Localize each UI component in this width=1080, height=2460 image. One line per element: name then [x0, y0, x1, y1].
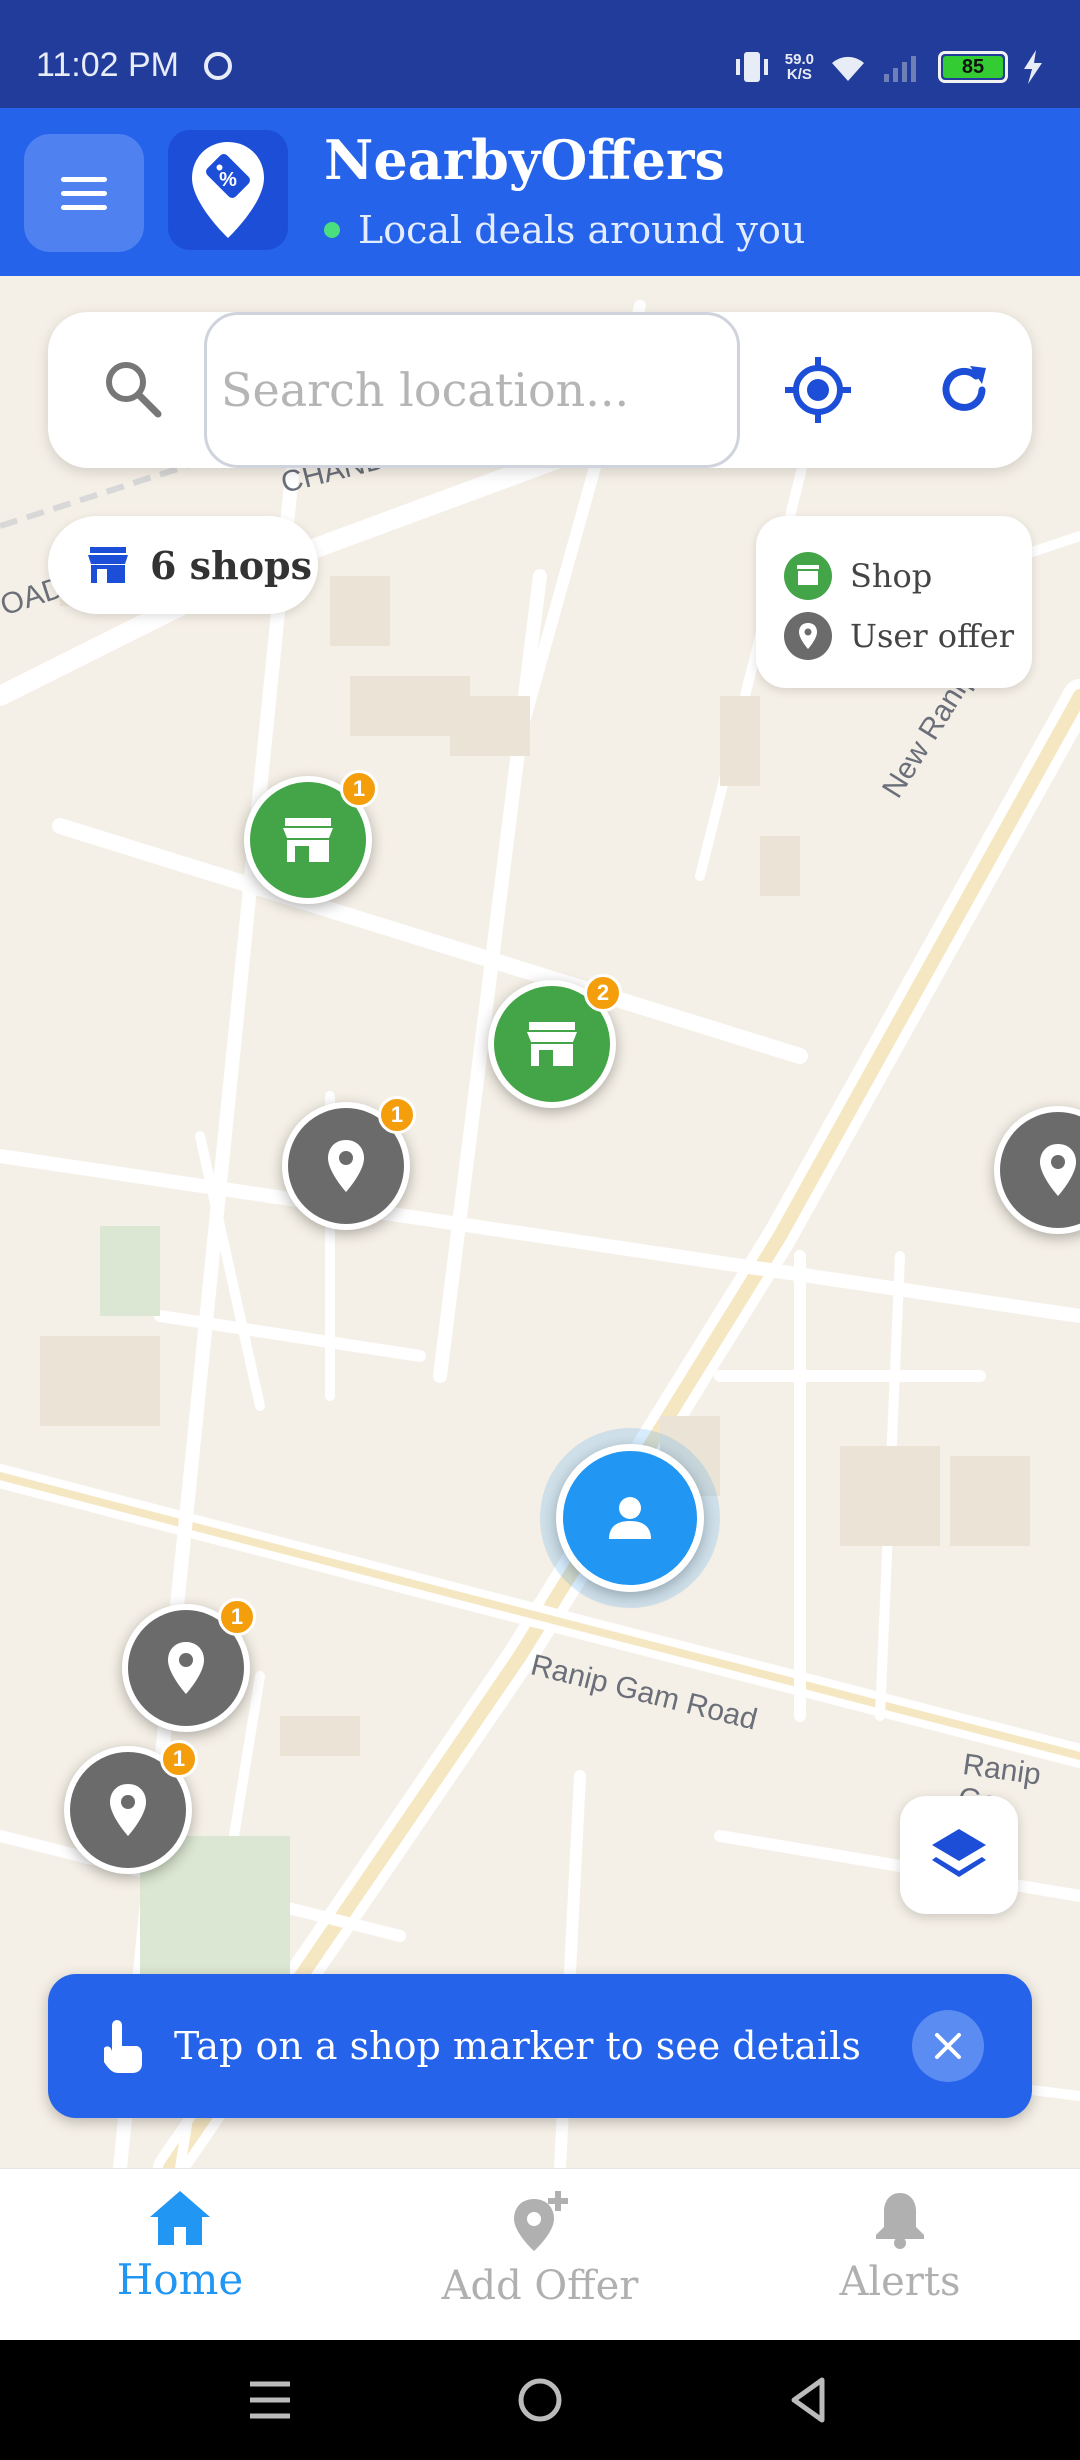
refresh-button[interactable] — [924, 350, 1004, 430]
app-logo: % — [168, 130, 288, 250]
menu-icon-line — [61, 204, 107, 210]
bell-icon — [876, 2193, 924, 2249]
offer-count-badge: 1 — [160, 1740, 198, 1778]
shop-marker[interactable]: 2 — [488, 974, 622, 1108]
search-location-input[interactable] — [204, 312, 740, 468]
app-title: NearbyOffers — [324, 128, 725, 192]
store-icon — [527, 1022, 577, 1066]
location-tag-icon: % — [192, 142, 264, 238]
legend-row-shop: Shop — [784, 546, 1032, 606]
status-time: 11:02 PM — [36, 46, 180, 84]
net-speed: 59.0 K/S — [785, 52, 814, 82]
app-subtitle: Local deals around you — [324, 208, 805, 252]
app-header: % NearbyOffers Local deals around you — [0, 108, 1080, 276]
shops-count-pill: 6 shops — [48, 516, 318, 614]
layers-icon — [932, 1829, 986, 1877]
nav-home-label: Home — [116, 2255, 244, 2304]
location-pin-icon — [110, 1784, 146, 1836]
search-icon — [106, 362, 162, 418]
status-icons: 59.0 K/S 85 — [733, 42, 1044, 92]
map-legend: Shop User offer — [756, 516, 1032, 688]
svg-text:%: % — [219, 169, 237, 191]
tip-banner: Tap on a shop marker to see details — [48, 1974, 1032, 2118]
recents-button[interactable] — [248, 2370, 292, 2430]
dismiss-tip-button[interactable] — [912, 2010, 984, 2082]
nav-add-offer-label: Add Offer — [441, 2263, 639, 2309]
nav-alerts-label: Alerts — [839, 2259, 961, 2305]
menu-icon-line — [61, 190, 107, 196]
bottom-navigation: Home Add Offer Alerts — [0, 2168, 1080, 2340]
location-pin-icon — [328, 1140, 364, 1192]
location-pin-icon — [168, 1642, 204, 1694]
legend-shop-label: Shop — [850, 557, 933, 595]
wifi-icon — [832, 56, 864, 81]
net-speed-value: 59.0 — [784, 51, 814, 68]
user-offer-marker[interactable]: 1 — [64, 1740, 198, 1874]
store-icon — [88, 547, 128, 583]
crosshair-icon — [785, 357, 851, 423]
offer-count-badge: 1 — [218, 1598, 256, 1636]
tip-text: Tap on a shop marker to see details — [174, 2024, 861, 2068]
shops-count-label: 6 shops — [150, 542, 313, 588]
refresh-icon — [942, 366, 986, 411]
user-offer-marker[interactable]: 1 — [282, 1096, 416, 1230]
home-icon — [150, 2191, 210, 2245]
status-bar: 11:02 PM 59.0 K/S 85 — [0, 0, 1080, 108]
back-button[interactable] — [786, 2370, 830, 2430]
system-navigation-bar — [0, 2340, 1080, 2460]
search-bar — [48, 312, 1032, 468]
nav-home[interactable]: Home — [30, 2189, 330, 2304]
store-icon — [784, 552, 832, 600]
home-button[interactable] — [516, 2370, 564, 2430]
legend-offer-label: User offer — [850, 617, 1015, 655]
offer-count-badge: 2 — [584, 974, 622, 1012]
signal-icon — [884, 56, 916, 82]
battery-icon: 85 — [938, 51, 1008, 83]
charging-icon — [1024, 50, 1042, 84]
location-pin-icon — [1040, 1144, 1076, 1196]
my-location-button[interactable] — [778, 350, 858, 430]
add-location-icon — [514, 2191, 568, 2251]
online-dot-icon — [324, 222, 340, 238]
store-icon — [283, 818, 333, 862]
map-layers-button[interactable] — [900, 1796, 1018, 1914]
nav-alerts[interactable]: Alerts — [750, 2189, 1050, 2305]
location-pin-icon — [784, 612, 832, 660]
menu-icon — [61, 176, 107, 182]
legend-row-offer: User offer — [784, 606, 1032, 666]
offer-count-badge: 1 — [378, 1096, 416, 1134]
nav-add-offer[interactable]: Add Offer — [390, 2189, 690, 2309]
alarm-icon — [204, 52, 232, 80]
tap-hand-icon — [104, 2020, 142, 2073]
offer-count-badge: 1 — [340, 770, 378, 808]
net-speed-unit: K/S — [786, 66, 812, 83]
menu-button[interactable] — [24, 134, 144, 252]
vibrate-icon — [735, 52, 768, 82]
shop-marker[interactable]: 1 — [244, 770, 378, 904]
person-icon — [609, 1497, 651, 1539]
current-location-marker[interactable] — [556, 1444, 704, 1592]
close-icon — [935, 2033, 961, 2059]
battery-level: 85 — [943, 56, 1003, 78]
user-offer-marker[interactable]: 1 — [122, 1598, 256, 1732]
app-subtitle-text: Local deals around you — [358, 208, 806, 252]
